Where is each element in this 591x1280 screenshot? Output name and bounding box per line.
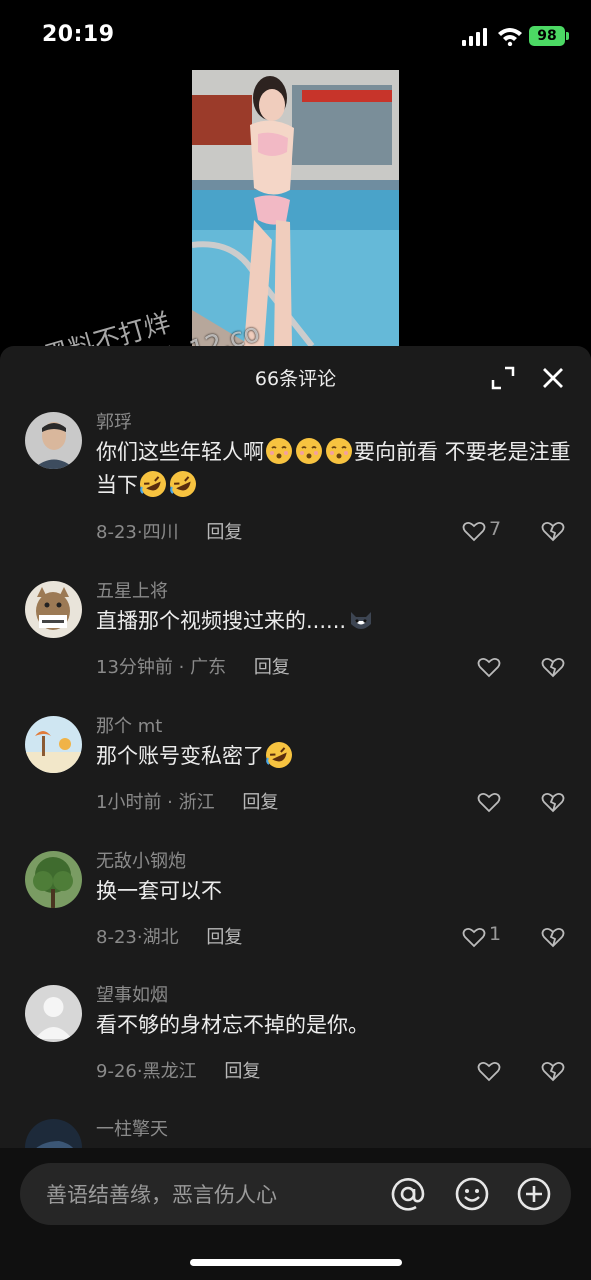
like-count: 7 xyxy=(489,518,502,540)
comment-text-part: 直播那个视频搜过来的...... xyxy=(96,609,347,633)
rofl-emoji-icon xyxy=(266,742,292,768)
avatar[interactable] xyxy=(25,581,82,638)
comment-location: 四川 xyxy=(142,522,179,543)
reply-button[interactable]: 回复 xyxy=(206,522,242,543)
reply-button[interactable]: 回复 xyxy=(242,792,278,813)
tree-avatar-image xyxy=(25,851,82,908)
comment-input-container[interactable] xyxy=(20,1163,571,1225)
avatar[interactable] xyxy=(25,985,82,1042)
heart-icon[interactable] xyxy=(477,1060,501,1082)
comment-username[interactable]: 望事如烟 xyxy=(96,981,168,1007)
pout-emoji-icon xyxy=(326,438,352,464)
comment-text: 换一套可以不 xyxy=(96,879,222,903)
emoji-picker-icon[interactable] xyxy=(454,1176,490,1212)
comment-text: 你们这些年轻人啊 要向前看 不要老是注重当下 xyxy=(96,436,572,502)
comment-location: 湖北 xyxy=(142,927,179,948)
add-icon[interactable] xyxy=(516,1176,552,1212)
pout-emoji-icon xyxy=(266,438,292,464)
rofl-emoji-icon xyxy=(170,471,196,497)
battery-tip xyxy=(566,32,569,40)
comment-date: 9-26 xyxy=(96,1061,137,1082)
like-count: 1 xyxy=(489,923,502,945)
comment-input[interactable] xyxy=(44,1174,378,1216)
comment-username[interactable]: 一柱擎天 xyxy=(96,1115,168,1141)
comment-location: 广东 xyxy=(190,657,227,678)
comment-username[interactable]: 五星上将 xyxy=(96,577,168,603)
status-bar: 20:19 98 xyxy=(0,0,591,70)
comment-username[interactable]: 无敌小钢炮 xyxy=(96,847,186,873)
rofl-emoji-icon xyxy=(140,471,166,497)
expand-icon[interactable] xyxy=(490,365,516,391)
pout-emoji-icon xyxy=(296,438,322,464)
heart-icon[interactable] xyxy=(462,520,486,542)
broken-heart-icon[interactable] xyxy=(541,790,565,814)
comment-date: 8-23 xyxy=(96,927,137,948)
comments-panel: 66条评论 郭琈 你们这些年轻人啊 要向前看 不要老是注重当下 8-23·四川 回… xyxy=(0,346,591,1280)
comment-username[interactable]: 郭琈 xyxy=(96,408,132,434)
broken-heart-icon[interactable] xyxy=(541,519,565,543)
comment-meta: 1小时前 · 浙江 回复 xyxy=(96,792,279,813)
comment-date: 13分钟前 xyxy=(96,657,173,678)
cellular-signal-icon xyxy=(462,28,487,46)
broken-heart-icon[interactable] xyxy=(541,1059,565,1083)
cat-emoji-icon xyxy=(351,612,372,629)
comment-meta: 9-26·黑龙江 回复 xyxy=(96,1061,261,1082)
comment-meta: 8-23·湖北 回复 xyxy=(96,927,243,948)
reply-button[interactable]: 回复 xyxy=(206,927,242,948)
default-avatar-icon xyxy=(25,985,82,1042)
comment-text: 看不够的身材忘不掉的是你。 xyxy=(96,1013,369,1037)
battery-level: 98 xyxy=(529,26,565,46)
avatar[interactable] xyxy=(25,851,82,908)
comment-meta: 13分钟前 · 广东 回复 xyxy=(96,657,290,678)
broken-heart-icon[interactable] xyxy=(541,925,565,949)
reply-button[interactable]: 回复 xyxy=(254,657,290,678)
comment-location: 黑龙江 xyxy=(142,1061,197,1082)
landscape-avatar-image xyxy=(25,716,82,773)
at-mention-icon[interactable] xyxy=(390,1176,426,1212)
comment-date: 8-23 xyxy=(96,522,137,543)
reply-button[interactable]: 回复 xyxy=(224,1061,260,1082)
wifi-icon xyxy=(498,28,522,46)
comment-meta: 8-23·四川 回复 xyxy=(96,522,243,543)
comment-username[interactable]: 那个 mt xyxy=(96,712,162,738)
cat-avatar-image xyxy=(25,581,82,638)
comment-text-part: 那个账号变私密了 xyxy=(96,744,264,768)
heart-icon[interactable] xyxy=(477,656,501,678)
comments-header: 66条评论 xyxy=(0,346,591,408)
comment-date: 1小时前 xyxy=(96,792,162,813)
home-indicator[interactable] xyxy=(190,1259,402,1266)
comment-text-part: 你们这些年轻人啊 xyxy=(96,440,264,464)
avatar[interactable] xyxy=(25,412,82,469)
heart-icon[interactable] xyxy=(477,791,501,813)
comment-location: 浙江 xyxy=(178,792,215,813)
close-icon[interactable] xyxy=(540,365,566,391)
user-avatar-image xyxy=(25,412,82,469)
comment-text: 直播那个视频搜过来的...... xyxy=(96,605,572,638)
broken-heart-icon[interactable] xyxy=(541,655,565,679)
status-time: 20:19 xyxy=(42,22,115,47)
comment-text: 那个账号变私密了 xyxy=(96,740,572,773)
heart-icon[interactable] xyxy=(462,926,486,948)
avatar[interactable] xyxy=(25,716,82,773)
